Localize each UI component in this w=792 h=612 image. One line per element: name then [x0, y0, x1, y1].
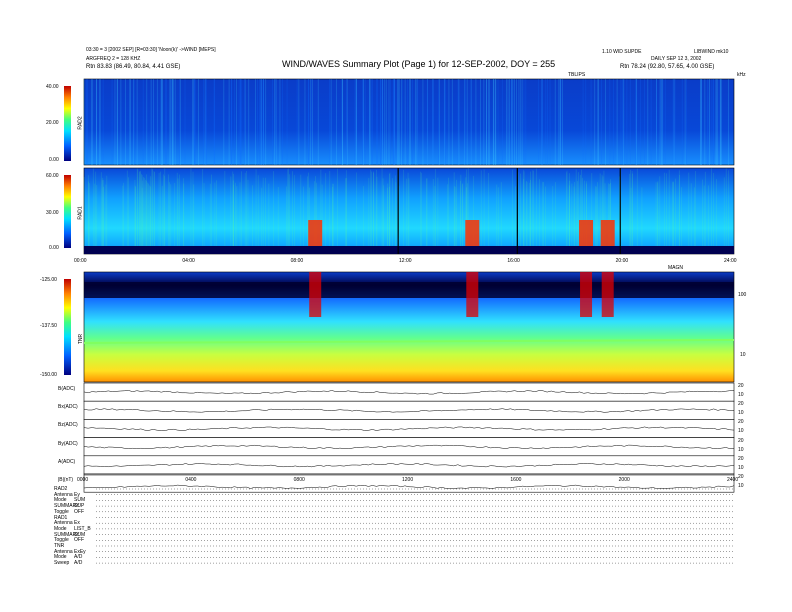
tnr-burst	[309, 272, 322, 317]
tnr-tick-top: -125.00	[40, 277, 57, 283]
rad1-x-tick-label: 04:00	[182, 258, 195, 264]
param-row-right-top: 20	[738, 401, 744, 408]
tnr-ylabel: TNR	[78, 333, 85, 345]
bottom-x-tick-label: 1600	[510, 477, 522, 483]
param-row-right-top: 20	[738, 419, 744, 426]
bottom-x-tick-label: 0400	[185, 477, 197, 483]
rad1-x-tick-label: 12:00	[399, 258, 412, 264]
param-row-label: B(ADC)	[58, 386, 76, 392]
rad1-tick-top: 60.00	[46, 173, 59, 179]
rad1-burst	[465, 220, 480, 246]
tnr-right-tick-100: 100	[738, 292, 747, 298]
tnr-right-tick-10: 10	[740, 352, 746, 358]
footer-value: A/D	[74, 560, 83, 567]
param-row-right-top: 20	[738, 455, 744, 462]
param-row-right-bottom: 10	[738, 483, 744, 489]
rad2-ylabel: RAD2	[77, 116, 84, 130]
rad1-burst	[579, 220, 594, 246]
param-row-frame	[83, 382, 735, 402]
tnr-header-right: MAGN	[668, 265, 683, 271]
param-row-right-bottom: 10	[738, 446, 744, 453]
parameter-panels	[83, 382, 735, 493]
rad1-x-tick-label: 08:00	[290, 258, 304, 264]
param-row-right-top: 20	[738, 437, 744, 444]
param-row-right-bottom: 10	[738, 392, 744, 398]
bottom-x-tick-label: 0800	[293, 477, 305, 483]
param-row-right-bottom: 10	[738, 428, 744, 435]
param-row-frame	[83, 437, 735, 457]
rad1-tick-bottom: 0.00	[49, 245, 59, 251]
footer-value: OFF	[74, 537, 84, 544]
param-row-label: Bx(ADC)	[58, 404, 78, 411]
rad1-ylabel: RAD1	[77, 206, 84, 220]
rad1-x-tick-label: 16:00	[507, 258, 520, 264]
rad2-colorbar	[64, 86, 71, 161]
footer-lines	[96, 488, 734, 564]
rad1-x-tick-label: 24:00	[724, 258, 737, 264]
rad1-tick-mid: 30.00	[46, 210, 59, 216]
tnr-tick-bottom: -150.00	[40, 372, 57, 378]
param-row-label: Bz(ADC)	[58, 422, 78, 429]
param-row-label: A(ADC)	[58, 458, 76, 465]
param-row-label: |B|(nT)	[58, 477, 74, 483]
param-row-right-top: 20	[738, 474, 744, 480]
bottom-x-tick-label: 2400	[727, 477, 739, 483]
param-row-right-top: 20	[738, 383, 744, 389]
param-row-right-bottom: 10	[738, 410, 744, 417]
tnr-burst	[580, 272, 593, 317]
rad2-tick-bottom: 0.00	[49, 157, 59, 163]
rad1-x-tick-label: 00:00	[74, 258, 87, 264]
rad1-burst	[600, 220, 615, 246]
bottom-x-tick-label: 2000	[618, 477, 630, 483]
footer-value: OFF	[74, 508, 84, 515]
summary-plot	[64, 78, 735, 564]
tnr-tick-mid: -137.50	[40, 323, 57, 329]
rad1-burst	[308, 220, 323, 246]
rad2-tick-top: 40.00	[46, 84, 59, 90]
rad1-x-tick-label: 20:00	[615, 258, 629, 264]
tnr-colorbar	[64, 279, 71, 375]
rad2-tick-mid: 20.00	[46, 120, 59, 126]
footer-label: Sweep	[54, 560, 70, 567]
rad1-low-band	[84, 246, 734, 254]
tnr-burst	[601, 272, 614, 317]
rad1-colorbar	[64, 175, 71, 248]
tnr-dark-band	[84, 282, 734, 298]
tnr-burst	[466, 272, 479, 317]
param-row-right-bottom: 10	[738, 464, 744, 471]
bottom-x-tick-label: 1200	[402, 477, 414, 483]
param-row-label: By(ADC)	[58, 440, 78, 447]
bottom-x-tick-label: 0000	[77, 477, 89, 483]
